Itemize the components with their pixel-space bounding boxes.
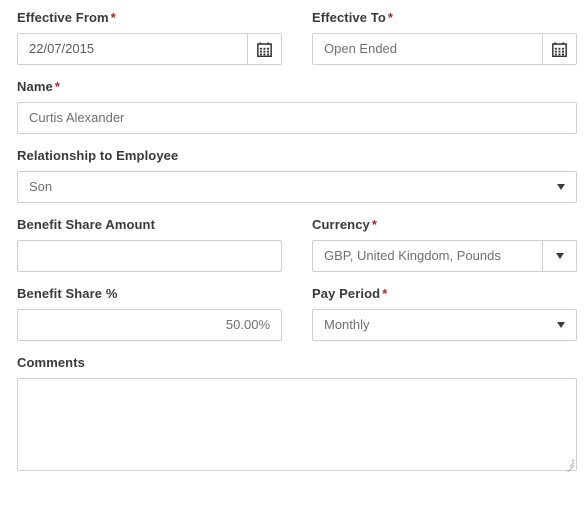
- required-marker-name: *: [54, 79, 60, 94]
- field-group-currency: Currency * GBP, United Kingdom, Pounds: [312, 217, 577, 272]
- relationship-selected-value[interactable]: Son: [18, 172, 576, 202]
- effective-from-input[interactable]: 22/07/2015: [18, 34, 247, 64]
- field-group-pay-period: Pay Period * Monthly: [312, 286, 577, 341]
- label-comments: Comments: [17, 355, 577, 371]
- field-group-benefit-share-amount: Benefit Share Amount: [17, 217, 282, 272]
- pay-period-select[interactable]: Monthly: [312, 309, 577, 341]
- field-group-effective-to: Effective To * Open Ended: [312, 10, 577, 65]
- name-input[interactable]: Curtis Alexander: [18, 103, 576, 133]
- field-group-relationship: Relationship to Employee Son: [17, 148, 577, 203]
- label-effective-to: Effective To *: [312, 10, 577, 26]
- field-group-name: Name * Curtis Alexander: [17, 79, 577, 134]
- label-benefit-share-amount: Benefit Share Amount: [17, 217, 282, 233]
- effective-from-calendar-button[interactable]: [247, 34, 281, 64]
- label-relationship-text: Relationship to Employee: [17, 148, 179, 163]
- form-row-comments: Comments: [17, 355, 577, 473]
- label-currency-text: Currency: [312, 217, 370, 232]
- field-group-comments: Comments: [17, 355, 577, 473]
- benefit-share-percent-input[interactable]: 50.00%: [18, 310, 281, 340]
- label-relationship: Relationship to Employee: [17, 148, 577, 164]
- required-marker-currency: *: [371, 217, 378, 232]
- relationship-select[interactable]: Son: [17, 171, 577, 203]
- effective-to-date-control[interactable]: Open Ended: [312, 33, 577, 65]
- effective-from-date-control[interactable]: 22/07/2015: [17, 33, 282, 65]
- currency-select[interactable]: GBP, United Kingdom, Pounds: [312, 240, 577, 272]
- label-name-text: Name: [17, 79, 53, 94]
- form-row-amount-currency: Benefit Share Amount Currency * GBP, Unit…: [17, 217, 577, 272]
- required-marker-pay-period: *: [382, 286, 388, 301]
- field-group-effective-from: Effective From * 22/07/2015: [17, 10, 282, 65]
- form-row-percent-payperiod: Benefit Share % 50.00% Pay Period * Month…: [17, 286, 577, 341]
- required-marker-effective-to: *: [387, 10, 394, 25]
- label-effective-to-text: Effective To: [312, 10, 386, 25]
- label-benefit-share-percent-text: Benefit Share %: [17, 286, 118, 301]
- benefit-share-amount-input[interactable]: [18, 241, 281, 271]
- currency-dropdown-button[interactable]: [542, 241, 576, 271]
- label-effective-from-text: Effective From: [17, 10, 109, 25]
- field-group-benefit-share-percent: Benefit Share % 50.00%: [17, 286, 282, 341]
- label-comments-text: Comments: [17, 355, 85, 370]
- label-benefit-share-amount-text: Benefit Share Amount: [17, 217, 156, 232]
- name-control[interactable]: Curtis Alexander: [17, 102, 577, 134]
- pay-period-selected-value[interactable]: Monthly: [313, 310, 576, 340]
- benefit-share-amount-control[interactable]: [17, 240, 282, 272]
- chevron-down-icon: [555, 253, 564, 259]
- form-row-effective-dates: Effective From * 22/07/2015 Effective To…: [17, 10, 577, 65]
- required-marker-effective-from: *: [110, 10, 116, 25]
- calendar-icon: [257, 41, 272, 57]
- label-currency: Currency *: [312, 217, 577, 233]
- label-effective-from: Effective From *: [17, 10, 282, 26]
- form-row-relationship: Relationship to Employee Son: [17, 148, 577, 203]
- calendar-icon: [552, 41, 567, 57]
- chevron-down-icon[interactable]: [557, 322, 565, 328]
- label-benefit-share-percent: Benefit Share %: [17, 286, 282, 302]
- benefit-dependent-form: Effective From * 22/07/2015 Effective To…: [0, 0, 585, 508]
- currency-selected-value[interactable]: GBP, United Kingdom, Pounds: [313, 241, 542, 271]
- effective-to-input[interactable]: Open Ended: [313, 34, 542, 64]
- label-pay-period: Pay Period *: [312, 286, 577, 302]
- form-row-name: Name * Curtis Alexander: [17, 79, 577, 134]
- benefit-share-percent-control[interactable]: 50.00%: [17, 309, 282, 341]
- comments-textarea[interactable]: [17, 378, 577, 473]
- label-name: Name *: [17, 79, 577, 95]
- effective-to-calendar-button[interactable]: [542, 34, 576, 64]
- label-pay-period-text: Pay Period: [312, 286, 381, 301]
- chevron-down-icon[interactable]: [557, 184, 565, 190]
- resize-handle-icon[interactable]: [564, 458, 575, 473]
